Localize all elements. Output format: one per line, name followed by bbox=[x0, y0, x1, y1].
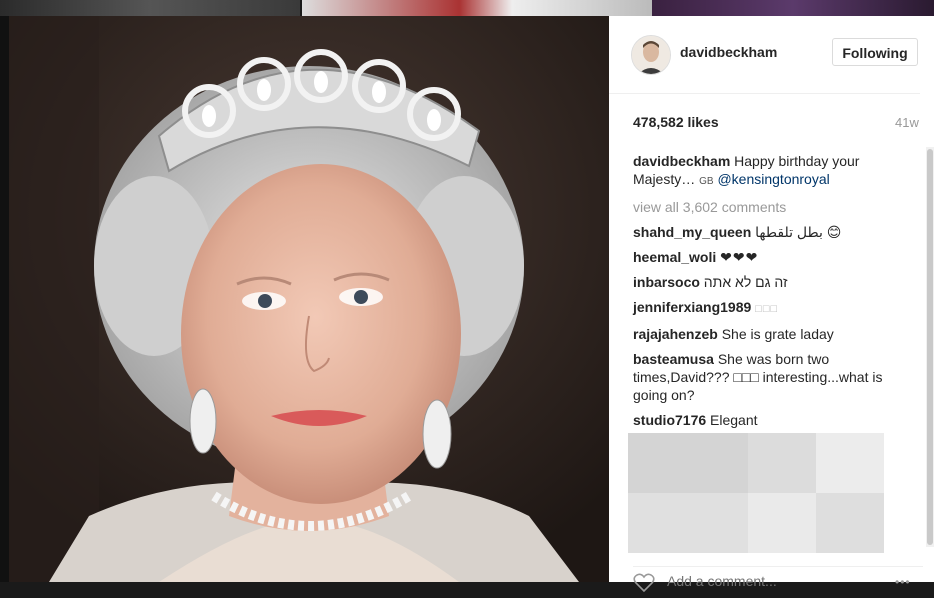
view-all-comments-link[interactable]: view all 3,602 comments bbox=[633, 198, 911, 216]
modal-overlay[interactable] bbox=[0, 16, 9, 582]
list-item: jenniferxiang1989 □□□ bbox=[633, 298, 911, 318]
comment-text: ❤❤❤ bbox=[720, 249, 759, 265]
comment-username[interactable]: basteamusa bbox=[633, 351, 714, 367]
avatar[interactable] bbox=[631, 35, 671, 75]
background-thumbnail bbox=[0, 0, 300, 16]
comment-username[interactable]: heemal_woli bbox=[633, 249, 716, 265]
comment-list: davidbeckham Happy birthday your Majesty… bbox=[633, 152, 911, 436]
background-feed-strip bbox=[0, 0, 934, 16]
comment-username[interactable]: shahd_my_queen bbox=[633, 224, 751, 240]
comment-text: □□□ bbox=[755, 303, 779, 315]
list-item: inbarsoco זה גם לא אתה bbox=[633, 273, 911, 291]
blur-tile bbox=[628, 433, 748, 493]
post-age[interactable]: 41w bbox=[895, 115, 919, 130]
comment-username[interactable]: studio7176 bbox=[633, 412, 706, 428]
post-username[interactable]: davidbeckham bbox=[680, 44, 777, 60]
blurred-overlay bbox=[628, 433, 884, 553]
comment-text: بطل تلقطها 😊 bbox=[755, 224, 842, 240]
comment-text: Elegant bbox=[710, 412, 758, 428]
list-item: shahd_my_queen بطل تلقطها 😊 bbox=[633, 223, 911, 241]
comment-username[interactable]: inbarsoco bbox=[633, 274, 700, 290]
comment-text: זה גם לא אתה bbox=[703, 274, 788, 290]
post-photo[interactable] bbox=[9, 16, 609, 582]
heart-icon[interactable] bbox=[633, 573, 655, 593]
list-item: heemal_woli ❤❤❤ bbox=[633, 248, 911, 266]
flag-emoji: GB bbox=[699, 176, 714, 187]
background-thumbnail bbox=[652, 0, 934, 16]
mention-link[interactable]: @kensingtonroyal bbox=[717, 171, 829, 187]
comments-scrollbar[interactable] bbox=[926, 147, 934, 547]
scrollbar-thumb[interactable] bbox=[927, 149, 933, 545]
list-item: basteamusa She was born two times,David?… bbox=[633, 350, 911, 404]
post-header: davidbeckham Following bbox=[609, 16, 920, 94]
comment-text: She is grate laday bbox=[721, 326, 834, 342]
following-button[interactable]: Following bbox=[832, 38, 918, 66]
blur-tile bbox=[628, 493, 748, 553]
like-count[interactable]: 478,582 likes bbox=[633, 114, 719, 130]
comment-bar: ••• bbox=[633, 566, 923, 593]
blur-tile bbox=[748, 493, 816, 553]
comment-username[interactable]: jenniferxiang1989 bbox=[633, 299, 751, 315]
caption-username[interactable]: davidbeckham bbox=[633, 153, 730, 169]
more-options-icon[interactable]: ••• bbox=[895, 575, 911, 589]
blur-tile bbox=[816, 433, 884, 493]
background-thumbnail bbox=[302, 0, 652, 16]
add-comment-input[interactable] bbox=[667, 573, 847, 589]
blur-tile bbox=[816, 493, 884, 553]
list-item: studio7176 Elegant bbox=[633, 411, 911, 429]
list-item: rajajahenzeb She is grate laday bbox=[633, 325, 911, 343]
caption: davidbeckham Happy birthday your Majesty… bbox=[633, 152, 911, 191]
blur-tile bbox=[748, 433, 816, 493]
portrait-image bbox=[9, 16, 609, 582]
comment-username[interactable]: rajajahenzeb bbox=[633, 326, 718, 342]
profile-photo-icon bbox=[632, 36, 670, 74]
post-details-panel: davidbeckham Following 478,582 likes 41w… bbox=[609, 16, 934, 593]
